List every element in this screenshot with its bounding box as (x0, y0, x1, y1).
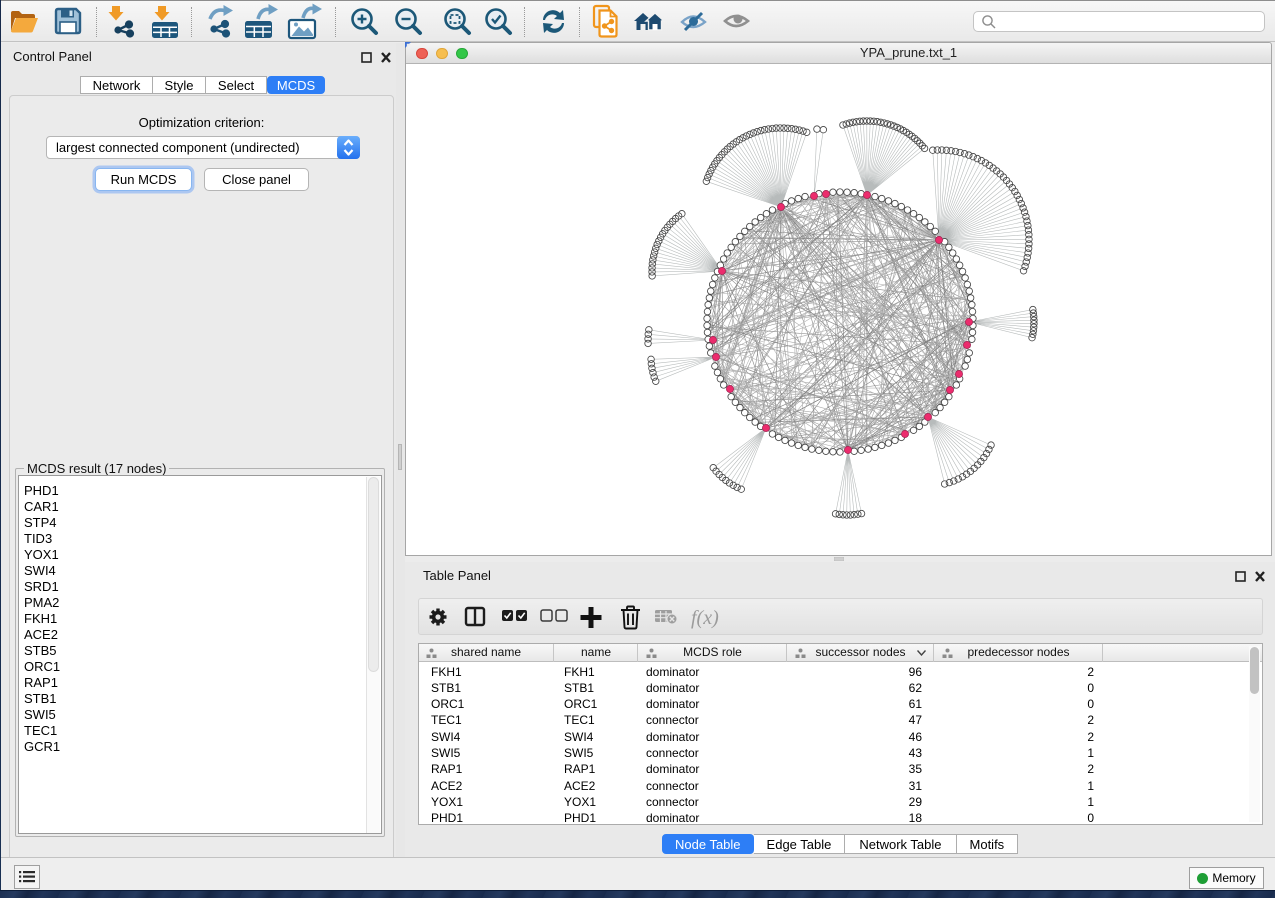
svg-text:f(x): f(x) (691, 607, 719, 629)
